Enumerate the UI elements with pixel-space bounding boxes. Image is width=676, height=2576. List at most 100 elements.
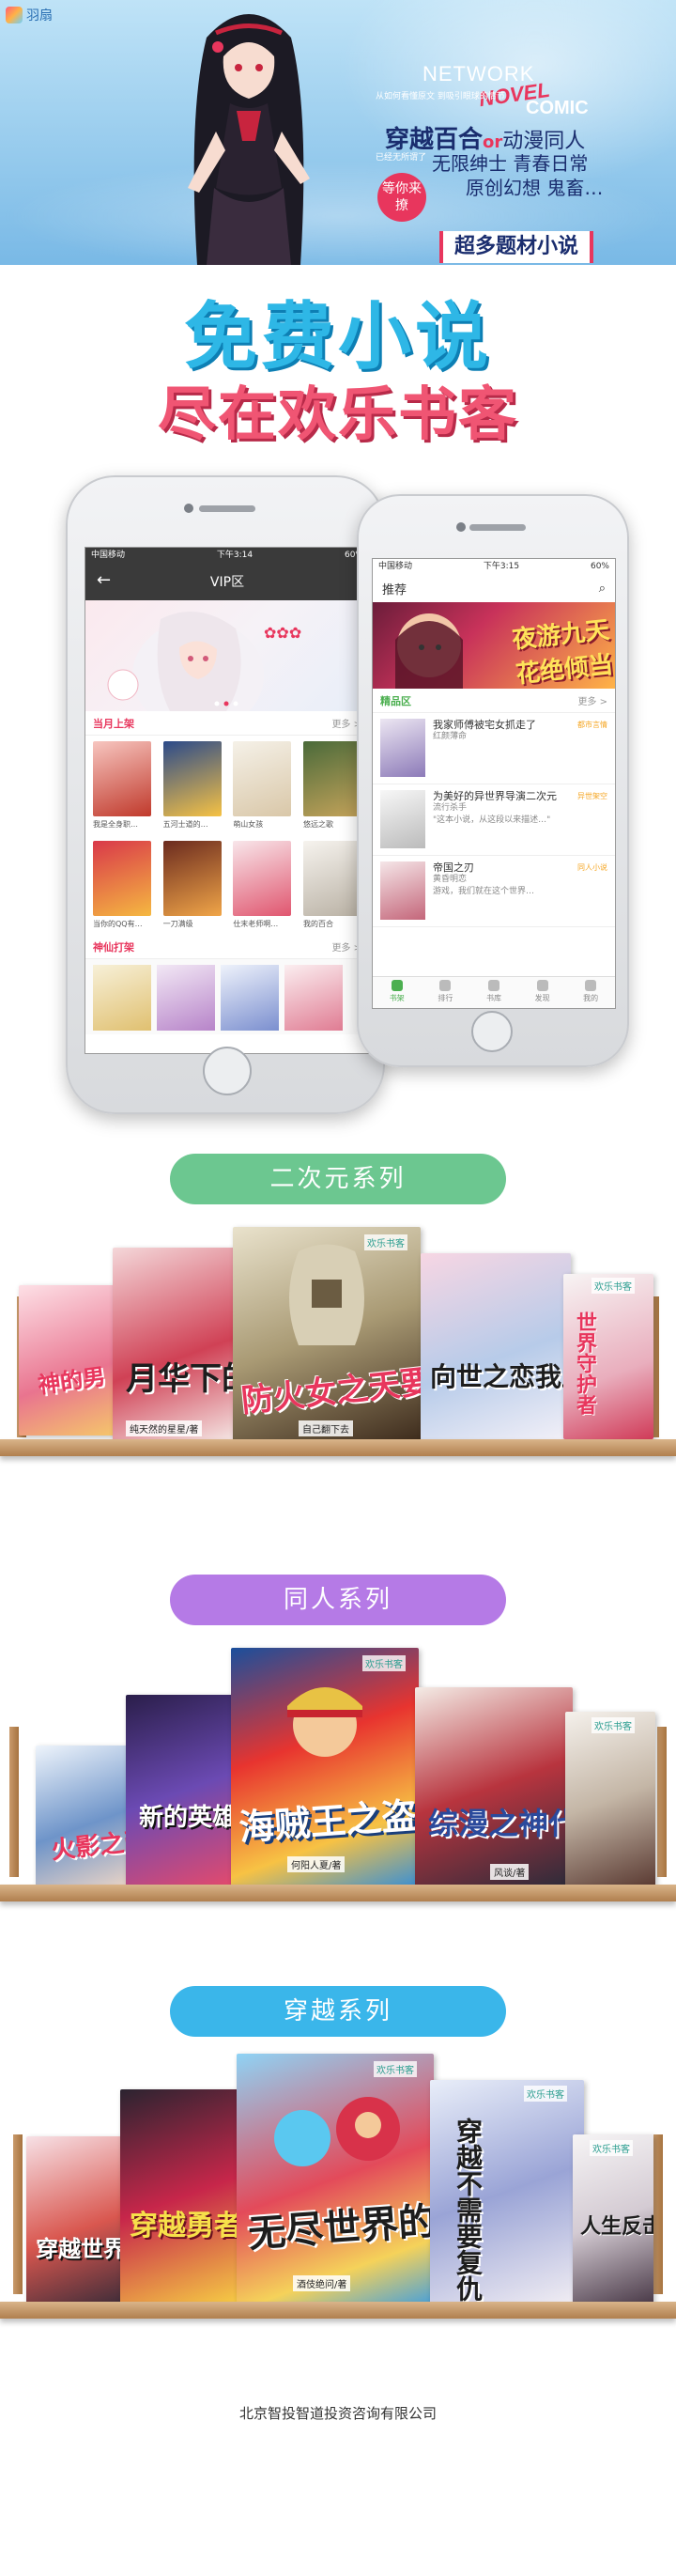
- book-author: 流行杀手: [433, 803, 468, 813]
- nav-bar: ← VIP区: [85, 563, 369, 600]
- book-tag: 都市言情: [577, 721, 607, 729]
- shelf-bracket: [653, 2134, 663, 2294]
- hero-carousel[interactable]: ✿✿✿: [85, 600, 369, 711]
- shelf-bracket: [13, 2134, 23, 2294]
- nav-title: VIP区: [209, 575, 245, 590]
- banner-cta[interactable]: 超多题材小说: [439, 231, 594, 263]
- list-item[interactable]: 异世架空 为美好的异世界导演二次元 流行杀手 "这本小说，从这段以来描述…": [373, 784, 615, 856]
- logo-text: 羽扇: [26, 8, 53, 23]
- book-strip: [85, 959, 369, 1034]
- book-cover[interactable]: [284, 965, 343, 1031]
- book-author: 红颜薄命: [433, 732, 468, 741]
- book-card[interactable]: 一刀满级: [162, 841, 222, 929]
- book-title: 穿越不需要复仇: [453, 2118, 484, 2302]
- cover-art: [289, 1244, 364, 1345]
- book-title: 穿越勇者的异界记: [130, 2210, 248, 2242]
- book-cover[interactable]: 穿越勇者的异界记: [120, 2089, 248, 2304]
- status-time: 下午3:14: [216, 551, 254, 560]
- book-cover[interactable]: 穿越世界: [26, 2136, 131, 2304]
- tab-profile[interactable]: 我的: [566, 977, 615, 1008]
- tab-label: 书架: [389, 994, 405, 1002]
- status-carrier: 中国移动: [91, 551, 126, 560]
- section-title: 精品区: [380, 694, 411, 707]
- page: 羽扇 NETWORK NOVEL COMIC 从如何看懂原文 到吸引眼球的情节 …: [0, 0, 676, 2576]
- logo-icon: [6, 7, 23, 23]
- book-title: 向世之恋我上门: [430, 1361, 571, 1392]
- book-cover[interactable]: 欢乐书客 穿越不需要复仇: [430, 2080, 584, 2304]
- book-cover[interactable]: 欢乐书客 海贼王之盗贼医者 何阳人夏/著: [231, 1648, 419, 1886]
- book-author: 风谈/著: [490, 1864, 530, 1880]
- banner-line3: 原创幻想 鬼畜…: [466, 177, 604, 199]
- cover-art: [274, 2097, 400, 2166]
- list-item[interactable]: 同人小说 帝国之刃 黄昏明恋 游戏，我们就在这个世界…: [373, 856, 615, 927]
- book-cover[interactable]: 新的英雄联盟: [126, 1695, 244, 1886]
- book-name: 五河士道的…: [162, 820, 208, 829]
- book-cover[interactable]: 欢乐书客 人生反击: [573, 2134, 653, 2304]
- book-cover[interactable]: [93, 965, 151, 1031]
- series-pill-fan[interactable]: 同人系列: [170, 1575, 506, 1625]
- top-banner[interactable]: 羽扇 NETWORK NOVEL COMIC 从如何看懂原文 到吸引眼球的情节 …: [0, 0, 676, 265]
- book-author: 黄昏明恋: [433, 875, 468, 884]
- tab-bookshelf[interactable]: 书架: [373, 977, 422, 1008]
- tab-ranking[interactable]: 排行: [422, 977, 470, 1008]
- nav-bar: 推荐 ⌕: [373, 574, 615, 602]
- book-cover[interactable]: 火影之画: [36, 1746, 139, 1886]
- book-cover[interactable]: 欢乐书客 无尽世界的怪兽 酒伎绝问/著: [237, 2054, 434, 2304]
- book-card[interactable]: 我的百合: [302, 841, 361, 929]
- company-name: 北京智投智道投资咨询有限公司: [238, 2405, 437, 2422]
- book-name: 一刀满级: [162, 920, 193, 928]
- svg-text:✿✿✿: ✿✿✿: [264, 624, 301, 642]
- book-card[interactable]: 悠远之歌: [302, 741, 361, 830]
- book-name: 当你的QQ有…: [93, 920, 143, 928]
- tab-library[interactable]: 书库: [469, 977, 518, 1008]
- home-button[interactable]: [203, 1047, 252, 1095]
- shelf-board: [0, 2302, 676, 2319]
- book-cover[interactable]: 欢乐书客 世界守护者: [563, 1274, 653, 1439]
- book-card[interactable]: 萌山女孩: [233, 741, 292, 830]
- book-card[interactable]: 仕末老师啊…: [233, 841, 292, 929]
- series-pill-acg[interactable]: 二次元系列: [170, 1154, 506, 1204]
- phone-screen-vip: 中国移动 下午3:14 60% ← VIP区 ✿✿✿ 当月上架 更多 > 我是全…: [84, 547, 370, 1054]
- anime-girl-illustration: [188, 14, 310, 265]
- book-title: 综漫之神代海贼: [428, 1806, 573, 1841]
- banner-small-text: 从如何看懂原文 到吸引眼球的情节: [376, 92, 505, 101]
- book-card[interactable]: 我是全身职…: [93, 741, 151, 830]
- shelf-board: [0, 1439, 676, 1456]
- speaker-icon: [199, 505, 255, 512]
- section-header-premium: 精品区 更多 >: [373, 689, 615, 713]
- status-bar: 中国移动 下午3:15 60%: [373, 559, 615, 574]
- tab-discover[interactable]: 发现: [518, 977, 567, 1008]
- camera-icon: [184, 504, 193, 513]
- book-desc: "这本小说，从这段以来描述…": [433, 815, 551, 825]
- book-publisher: 欢乐书客: [590, 2140, 633, 2156]
- tab-label: 我的: [583, 994, 599, 1002]
- more-link[interactable]: 更多 >: [577, 693, 607, 707]
- book-cover[interactable]: 综漫之神代海贼 风谈/著: [415, 1687, 573, 1886]
- book-title: 穿越世界: [36, 2236, 126, 2262]
- series-pill-time-travel[interactable]: 穿越系列: [170, 1986, 506, 2037]
- book-cover[interactable]: 神的男: [19, 1285, 120, 1435]
- book-title: 神的男: [36, 1363, 107, 1399]
- book-cover[interactable]: 向世之恋我上门: [421, 1253, 571, 1441]
- book-grid-row1: 我是全身职… 五河士道的… 萌山女孩 悠远之歌: [85, 736, 369, 835]
- book-title: 防火女之天要打死你: [239, 1353, 421, 1420]
- status-battery: 60%: [590, 562, 609, 571]
- back-arrow-icon[interactable]: ←: [97, 570, 111, 590]
- book-name: 悠远之歌: [302, 820, 333, 829]
- brand-logo[interactable]: 羽扇: [6, 6, 53, 24]
- book-title: 世界守护者: [573, 1311, 596, 1415]
- phone-screen-recommend: 中国移动 下午3:15 60% 推荐 ⌕ 夜游九天 花绝倾当 精品区 更多 >: [372, 558, 616, 1009]
- home-button[interactable]: [471, 1011, 513, 1052]
- hero-title: 夜游九天 花绝倾当: [511, 615, 615, 689]
- book-cover[interactable]: 欢乐书客 防火女之天要打死你 自己翻下去: [233, 1227, 421, 1441]
- book-name: 我的百合: [302, 920, 333, 928]
- search-icon[interactable]: ⌕: [599, 582, 606, 596]
- list-item[interactable]: 都市言情 我家师傅被宅女抓走了 红颜薄命: [373, 713, 615, 784]
- book-card[interactable]: 五河士道的…: [162, 741, 222, 830]
- book-card[interactable]: 当你的QQ有…: [93, 841, 151, 929]
- cover-art: [287, 1687, 362, 1757]
- book-cover[interactable]: [157, 965, 215, 1031]
- hero-banner[interactable]: 夜游九天 花绝倾当: [373, 602, 615, 689]
- book-cover[interactable]: [221, 965, 279, 1031]
- book-cover[interactable]: 欢乐书客: [565, 1712, 655, 1886]
